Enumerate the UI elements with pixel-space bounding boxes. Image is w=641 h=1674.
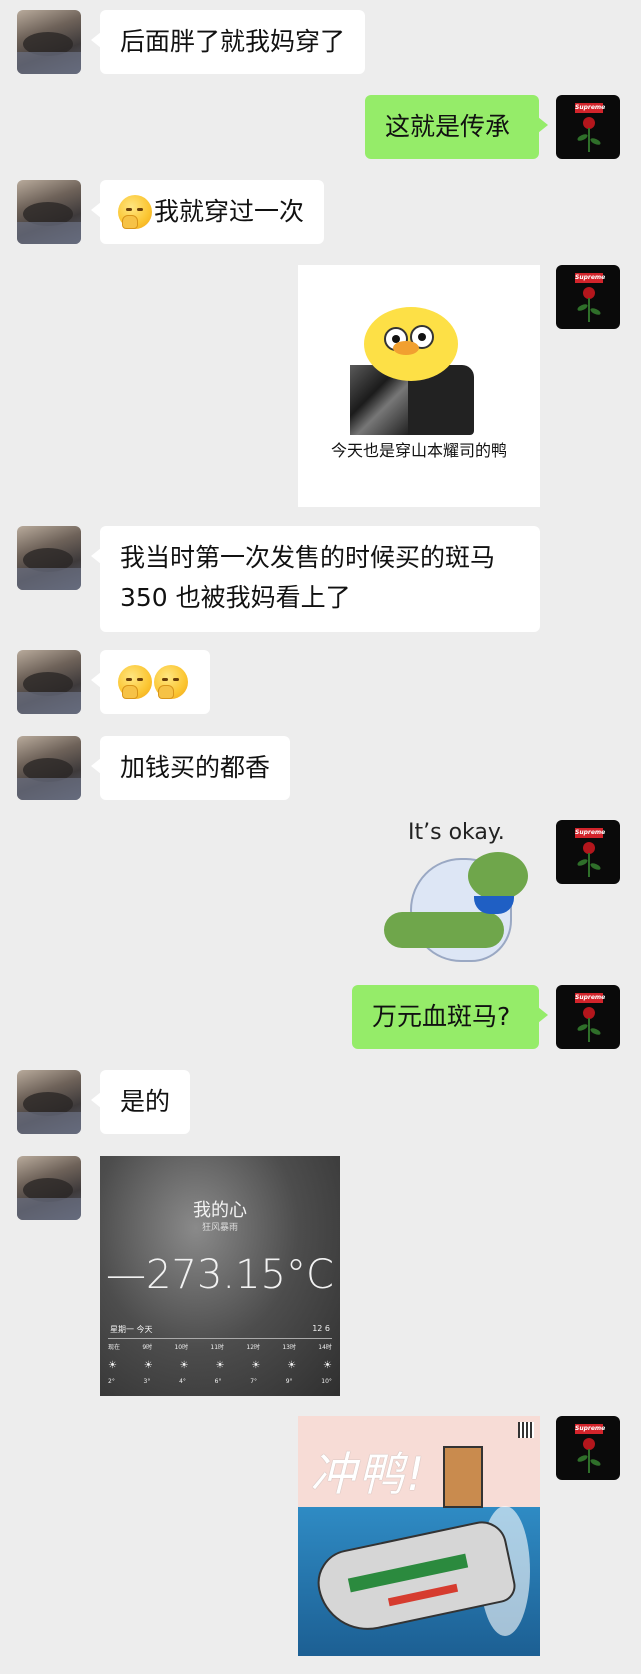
- weather-hours: 现在 9时 10时 11时 12时 13时 14时: [108, 1342, 332, 1351]
- duck-sticker[interactable]: 今天也是穿山本耀司的鸭: [298, 265, 540, 507]
- message-text: 万元血斑马?: [372, 1002, 511, 1031]
- box-character: [443, 1446, 483, 1508]
- sun-icon: ☀: [215, 1360, 225, 1371]
- sun-icon: ☀: [143, 1360, 153, 1371]
- message-bubble[interactable]: 我就穿过一次: [90, 180, 325, 244]
- message-bubble[interactable]: 万元血斑马?: [352, 985, 548, 1049]
- supreme-logo: Supreme: [575, 828, 606, 838]
- hour-label: 10时: [174, 1344, 189, 1351]
- pepe-sticker[interactable]: It’s okay.: [378, 820, 540, 966]
- sun-icon: ☀: [287, 1360, 297, 1371]
- supreme-rose-avatar[interactable]: Supreme: [556, 985, 620, 1049]
- hour-temp: 7°: [250, 1378, 258, 1385]
- cat-avatar[interactable]: [17, 650, 81, 714]
- thinking-emoji-icon: [118, 665, 152, 699]
- cat-avatar[interactable]: [17, 526, 81, 590]
- thinking-emoji-icon: [154, 665, 188, 699]
- weather-hourly-temps: 2° 3° 4° 6° 7° 9° 10°: [108, 1378, 332, 1385]
- hour-label: 现在: [108, 1344, 121, 1351]
- divider: [108, 1338, 332, 1339]
- hour-label: 12时: [246, 1344, 261, 1351]
- sun-icon: ☀: [251, 1360, 261, 1371]
- weather-condition: 狂风暴雨: [201, 1223, 238, 1233]
- supreme-logo: Supreme: [575, 103, 606, 113]
- weather-city: 我的心: [193, 1200, 247, 1221]
- message-text: 我就穿过一次: [154, 197, 305, 226]
- hour-temp: 10°: [321, 1378, 332, 1385]
- supreme-rose-avatar[interactable]: Supreme: [556, 1416, 620, 1480]
- sun-icon: ☀: [322, 1360, 332, 1371]
- sticker-caption: It’s okay.: [408, 820, 505, 845]
- cat-avatar[interactable]: [17, 1070, 81, 1134]
- hour-temp: 6°: [214, 1378, 222, 1385]
- cat-avatar[interactable]: [17, 736, 81, 800]
- weather-day: 星期一 今天: [110, 1325, 153, 1334]
- jetski-sticker[interactable]: 冲鸭!: [298, 1416, 540, 1656]
- message-text: 这就是传承: [385, 112, 511, 141]
- supreme-rose-avatar[interactable]: Supreme: [556, 265, 620, 329]
- weather-icons: ☀ ☀ ☀ ☀ ☀ ☀ ☀: [108, 1360, 332, 1371]
- hour-temp: 2°: [108, 1378, 115, 1385]
- hour-temp: 9°: [285, 1378, 293, 1385]
- supreme-rose-avatar[interactable]: Supreme: [556, 95, 620, 159]
- supreme-logo: Supreme: [575, 993, 606, 1003]
- hour-label: 11时: [210, 1344, 225, 1351]
- message-text: 是的: [120, 1087, 171, 1116]
- message-line: 我当时第一次发售的时候买的斑马: [120, 543, 496, 572]
- weather-temperature: —273.15°C: [106, 1252, 334, 1298]
- message-bubble[interactable]: [91, 650, 210, 714]
- sticker-caption: 今天也是穿山本耀司的鸭: [330, 441, 507, 460]
- supreme-logo: Supreme: [575, 1424, 606, 1434]
- cat-avatar[interactable]: [17, 1156, 81, 1220]
- hour-temp: 4°: [179, 1378, 186, 1385]
- sticker-caption: 冲鸭!: [310, 1447, 427, 1501]
- frog-head: [468, 852, 528, 900]
- weather-image[interactable]: 我的心 狂风暴雨 —273.15°C 星期一 今天 12 6 现在 9时 10时…: [100, 1156, 340, 1396]
- qr-icon: [518, 1422, 534, 1438]
- hour-label: 13时: [282, 1344, 296, 1351]
- cat-avatar[interactable]: [17, 10, 81, 74]
- frog-arm: [384, 912, 504, 948]
- message-bubble[interactable]: 我当时第一次发售的时候买的斑马 350 也被我妈看上了: [91, 526, 540, 632]
- message-text: 加钱买的都香: [120, 753, 271, 782]
- message-bubble[interactable]: 这就是传承: [365, 95, 548, 159]
- duck-beak: [393, 341, 419, 355]
- supreme-logo: Supreme: [575, 273, 606, 283]
- weather-high-low: 12 6: [312, 1324, 330, 1333]
- message-bubble[interactable]: 后面胖了就我妈穿了: [90, 10, 366, 74]
- hour-label: 14时: [318, 1344, 332, 1351]
- supreme-rose-avatar[interactable]: Supreme: [556, 820, 620, 884]
- hour-label: 9时: [142, 1344, 153, 1351]
- message-line: 350 也被我妈看上了: [120, 583, 351, 612]
- thinking-emoji-icon: [118, 195, 152, 229]
- message-bubble[interactable]: 加钱买的都香: [90, 736, 291, 800]
- message-text: 后面胖了就我妈穿了: [120, 27, 346, 56]
- sun-icon: ☀: [179, 1360, 189, 1371]
- sun-icon: ☀: [108, 1360, 117, 1371]
- cat-avatar[interactable]: [17, 180, 81, 244]
- message-bubble[interactable]: 是的: [90, 1070, 191, 1134]
- hour-temp: 3°: [143, 1378, 151, 1385]
